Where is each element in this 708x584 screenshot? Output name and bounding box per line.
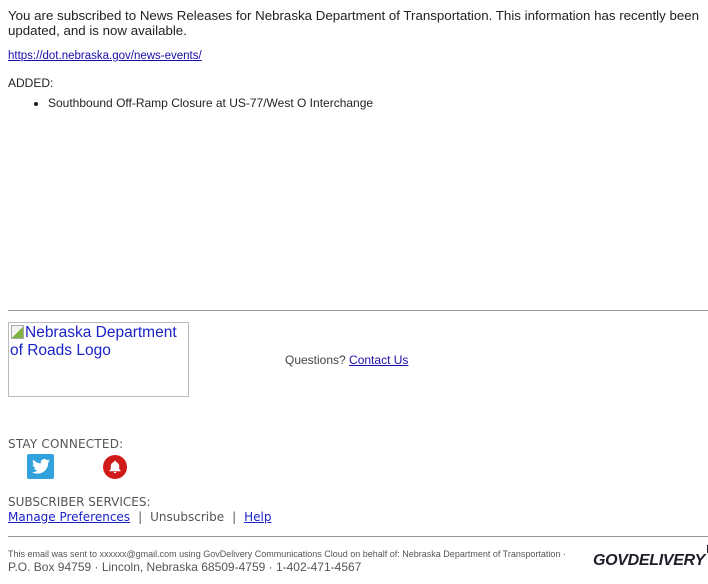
bell-icon[interactable] [103, 455, 127, 479]
logo-alt-text: Nebraska Department of Roads Logo [10, 324, 177, 359]
twitter-icon[interactable] [27, 454, 54, 479]
questions-label: Questions? [285, 353, 346, 367]
list-item: Southbound Off-Ramp Closure at US-77/Wes… [48, 95, 373, 111]
footer-sent-to: This email was sent to xxxxxx@gmail.com … [8, 549, 566, 559]
divider [8, 536, 708, 537]
added-items-list: Southbound Off-Ramp Closure at US-77/Wes… [8, 95, 373, 111]
footer-address: P.O. Box 94759 · Lincoln, Nebraska 68509… [8, 560, 362, 574]
help-link[interactable]: Help [244, 510, 271, 524]
govdelivery-logo-text: GOVDELIVERY [593, 552, 705, 569]
broken-image-icon [10, 324, 24, 339]
contact-us-link[interactable]: Contact Us [349, 353, 408, 367]
unsubscribe-link[interactable]: Unsubscribe [150, 510, 224, 524]
subscriber-services-label: SUBSCRIBER SERVICES: [8, 495, 151, 509]
separator: | [232, 510, 237, 524]
govdelivery-logo[interactable]: GOVDELIVERY [593, 545, 708, 570]
news-events-link[interactable]: https://dot.nebraska.gov/news-events/ [8, 50, 202, 62]
added-label: ADDED: [8, 76, 54, 90]
nebraska-dot-logo[interactable]: Nebraska Department of Roads Logo [8, 322, 189, 397]
intro-text: You are subscribed to News Releases for … [8, 8, 700, 38]
subscriber-links: Manage Preferences | Unsubscribe | Help [8, 510, 272, 524]
stay-connected-label: STAY CONNECTED: [8, 437, 124, 451]
divider [8, 310, 708, 311]
separator: | [138, 510, 143, 524]
footer-text: This email was sent to xxxxxx@gmail.com … [8, 548, 578, 575]
manage-preferences-link[interactable]: Manage Preferences [8, 510, 130, 524]
questions-section: Questions? Contact Us [285, 353, 408, 367]
